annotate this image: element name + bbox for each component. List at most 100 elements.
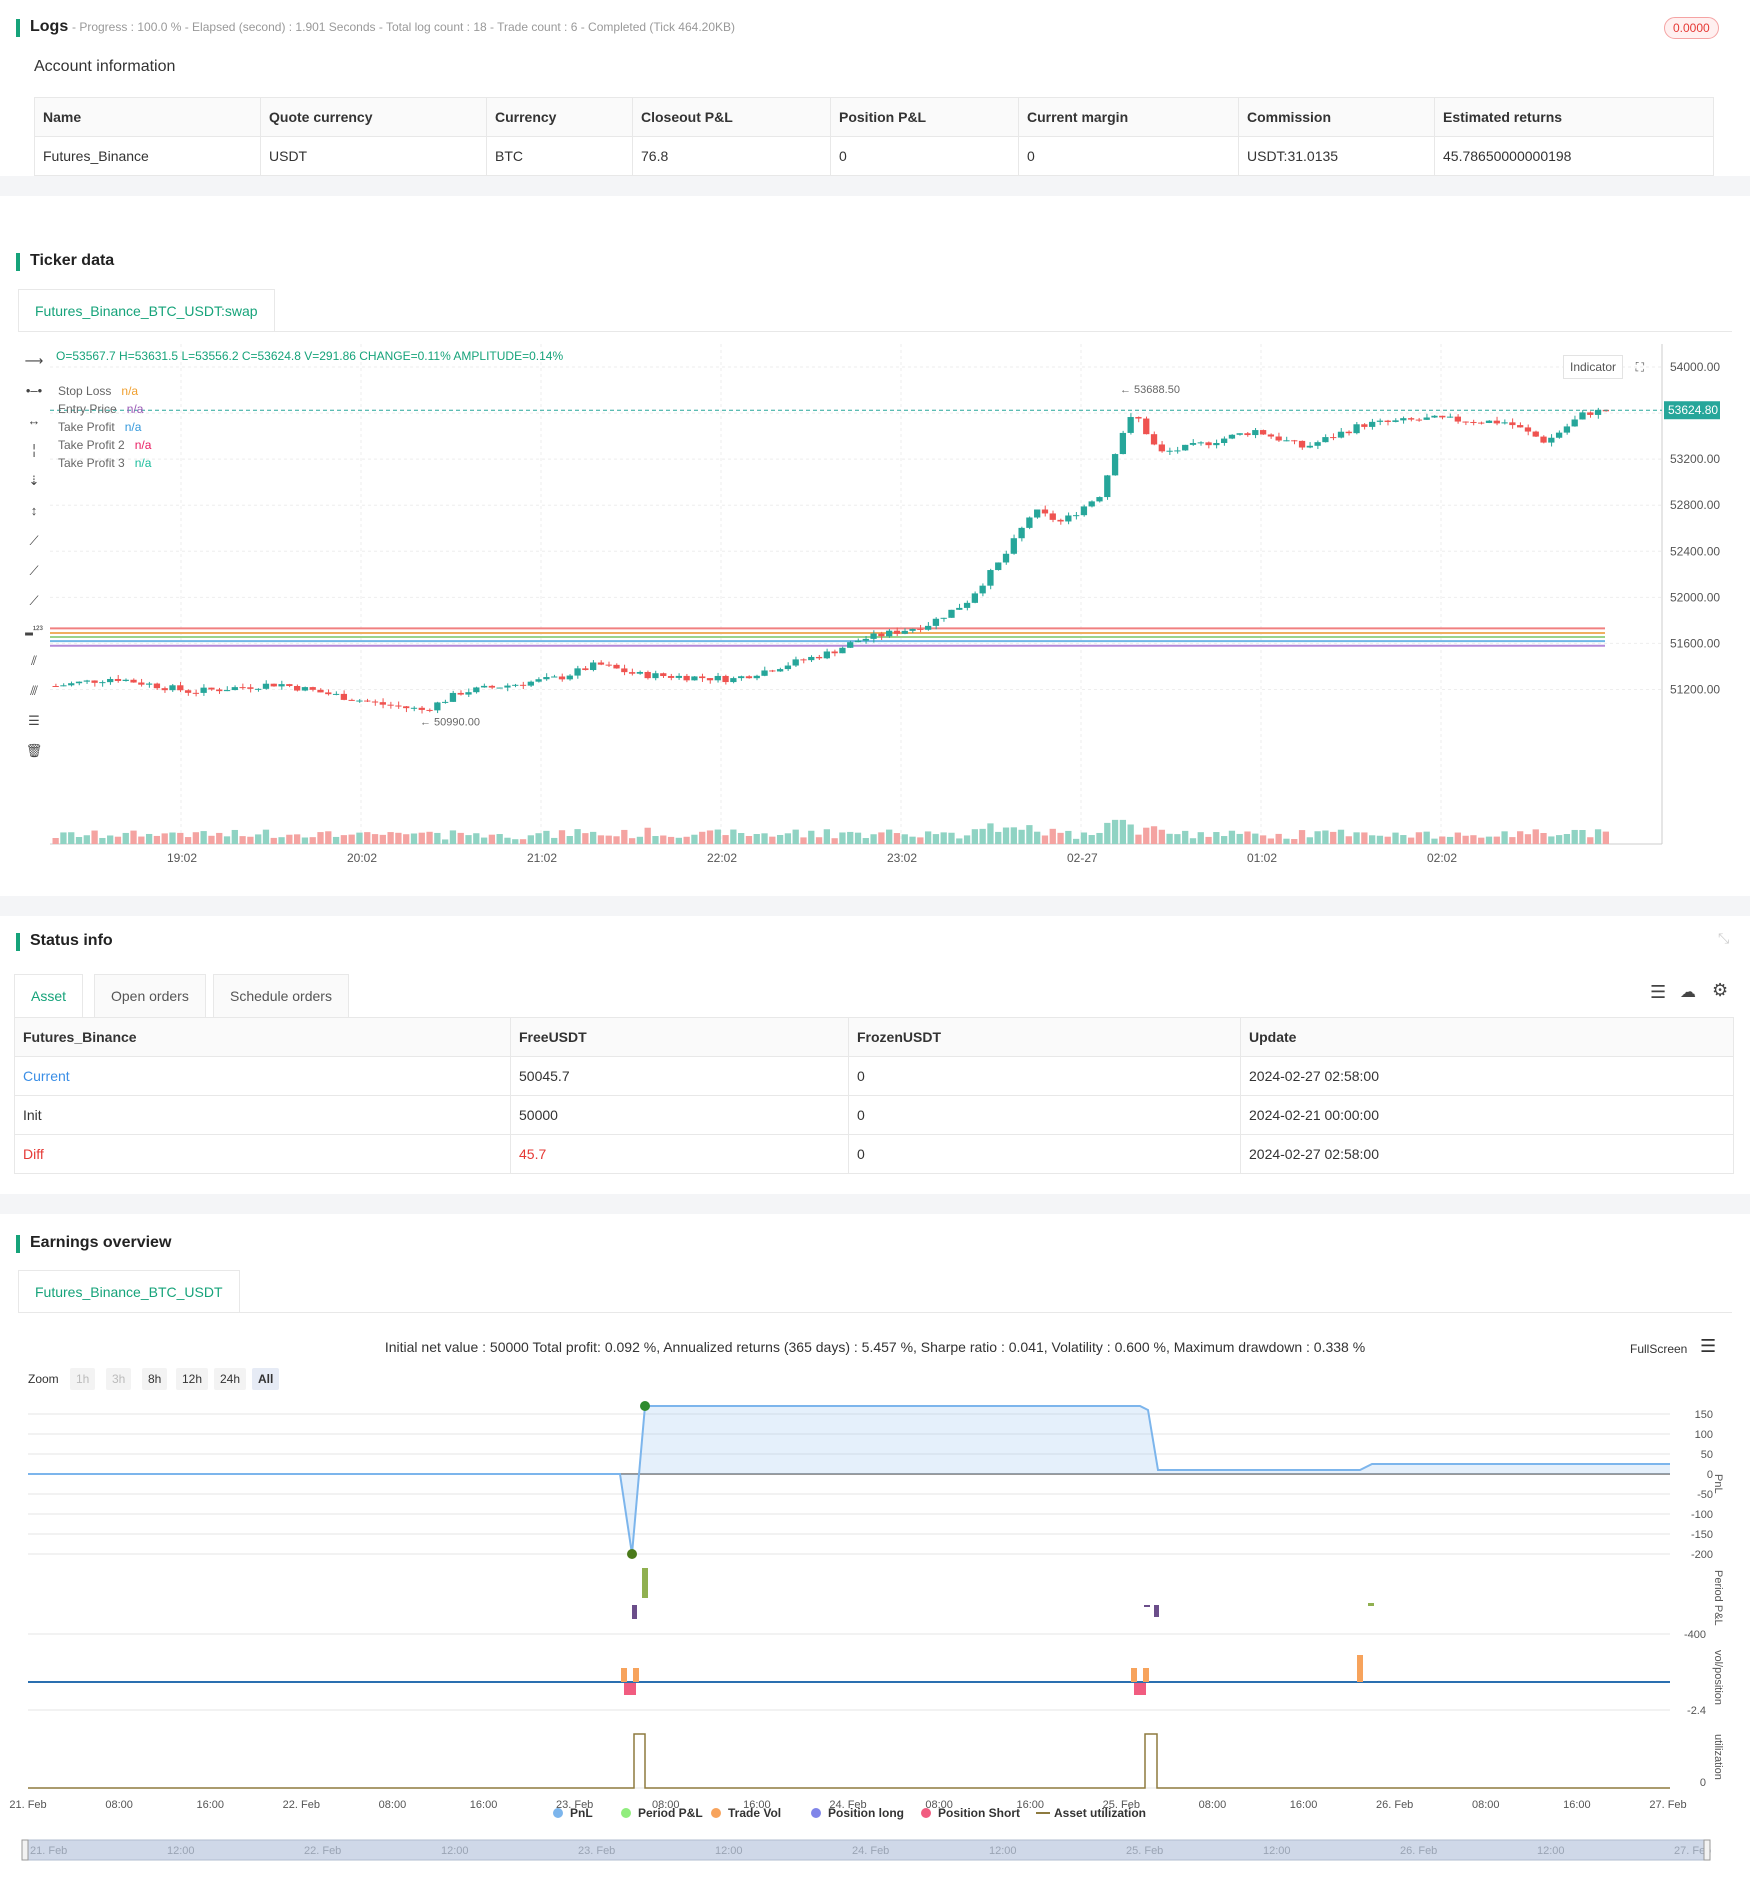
volume-bar [1314, 831, 1321, 844]
volume-bar [831, 838, 838, 844]
candle-body [924, 625, 932, 630]
volume-bar [1594, 829, 1602, 844]
gear-icon[interactable]: ⚙ [1712, 980, 1728, 1001]
expand-icon[interactable]: ⛶ [1636, 356, 1644, 378]
candle-body [815, 656, 823, 659]
candle-body [91, 680, 98, 683]
volume-bar [1065, 830, 1072, 844]
candle-body [1197, 442, 1204, 444]
volume-bar [371, 834, 379, 844]
zoom-label: Zoom [28, 1372, 59, 1386]
candle-body [1111, 454, 1119, 476]
utilization-line [28, 1733, 1670, 1789]
tab-earnings-symbol[interactable]: Futures_Binance_BTC_USDT [18, 1270, 240, 1312]
candle-body [1158, 444, 1165, 452]
candle-body [496, 687, 503, 689]
volume-bar [1345, 836, 1352, 844]
candle-body [223, 690, 231, 692]
col-quote: Quote currency [260, 97, 487, 137]
volume-bar [442, 839, 449, 844]
volume-bar [262, 829, 270, 844]
cell: 2024-02-27 02:58:00 [1240, 1056, 1734, 1096]
candle-body [1228, 434, 1236, 439]
price-tick-label: 51200.00 [1670, 682, 1720, 696]
cell: USDT:31.0135 [1238, 136, 1435, 176]
volume-bar [582, 833, 589, 844]
candle-body [169, 685, 176, 691]
volume-bar [527, 835, 534, 844]
navigator-handle-right [1703, 1839, 1711, 1861]
candle-body [901, 630, 908, 634]
volume-bar [301, 837, 309, 844]
volume-bar [932, 834, 940, 844]
candle-body [909, 628, 916, 631]
candle-body [730, 678, 737, 683]
volume-bar [769, 836, 776, 844]
volume-bar [216, 832, 223, 844]
vol-tick-label: -2.4 [1687, 1705, 1706, 1717]
legend-label: Period P&L [638, 1806, 703, 1820]
tab-ticker-symbol[interactable]: Futures_Binance_BTC_USDT:swap [18, 289, 275, 331]
candle-body [636, 671, 644, 674]
candle-body [480, 685, 488, 688]
time-tick-label: 21:02 [527, 851, 557, 865]
zoom-1h-button[interactable]: 1h [70, 1368, 96, 1390]
volume-bar [621, 829, 628, 844]
fullscreen-button[interactable]: FullScreen [1630, 1342, 1687, 1356]
navigator-tick-label: 12:00 [715, 1845, 743, 1857]
x-tick-label: 16:00 [196, 1799, 224, 1811]
tab-schedule-orders[interactable]: Schedule orders [213, 974, 349, 1018]
zoom-8h-button[interactable]: 8h [142, 1368, 168, 1390]
high-label: ← 53688.50 [1120, 384, 1180, 396]
last-price-label: 53624.80 [1668, 403, 1718, 417]
candle-body [971, 593, 979, 603]
candle-body [1275, 436, 1282, 441]
candle-body [293, 685, 301, 691]
candle-body [1236, 433, 1243, 435]
volume-bar [496, 834, 503, 844]
volume-bar [551, 837, 558, 844]
volume-bar [504, 837, 511, 844]
time-tick-label: 20:02 [347, 851, 377, 865]
candle-body [403, 706, 410, 709]
pnl-tick-label: 50 [1701, 1449, 1713, 1461]
candle-body [364, 700, 371, 702]
volume-bar [1291, 839, 1298, 844]
tab-asset[interactable]: Asset [14, 974, 84, 1018]
candle-body [590, 662, 597, 671]
indicator-button[interactable]: Indicator ⛶ [1563, 355, 1644, 379]
zoom-3h-button[interactable]: 3h [106, 1368, 132, 1390]
volume-bar [948, 832, 955, 844]
collapse-icon[interactable]: ⤡ [1718, 930, 1729, 947]
cell: 50045.7 [510, 1056, 849, 1096]
volume-bar [1002, 827, 1010, 844]
candlestick-chart[interactable]: 54000.0053600.0053200.0052800.0052400.00… [0, 336, 1750, 896]
volume-bar [878, 832, 885, 844]
candle-body [1407, 418, 1415, 420]
volume-bar [1446, 836, 1454, 844]
zoom-all-button[interactable]: All [252, 1368, 280, 1390]
x-tick-label: 16:00 [1016, 1799, 1044, 1811]
volume-bar [1337, 829, 1345, 844]
list-icon[interactable]: ☰ [1650, 982, 1666, 1003]
volume-bar [722, 835, 729, 844]
earnings-chart[interactable]: 150 100 50 0 -50 -100 -150 -200 PnL -400 Period P&… [0, 1400, 1750, 1870]
zoom-12h-button[interactable]: 12h [176, 1368, 209, 1390]
candle-body [1221, 438, 1228, 443]
cell: 45.78650000000198 [1434, 136, 1714, 176]
x-tick-label: 16:00 [470, 1799, 498, 1811]
menu-icon[interactable]: ☰ [1700, 1336, 1716, 1357]
zoom-24h-button[interactable]: 24h [214, 1368, 247, 1390]
volume-bar [628, 838, 636, 844]
time-tick-label: 02:02 [1427, 851, 1457, 865]
candle-body [1002, 553, 1010, 563]
volume-bar [1135, 834, 1142, 844]
logs-panel: Logs - Progress : 100.0 % - Elapsed (sec… [0, 0, 1750, 176]
volume-bar [309, 837, 316, 844]
candle-body [1018, 527, 1025, 539]
volume-bar [956, 838, 963, 844]
tab-open-orders[interactable]: Open orders [94, 974, 206, 1018]
cloud-download-icon[interactable]: ☁ [1680, 982, 1696, 1002]
volume-bar [1018, 829, 1025, 844]
volume-bar [1236, 833, 1243, 844]
